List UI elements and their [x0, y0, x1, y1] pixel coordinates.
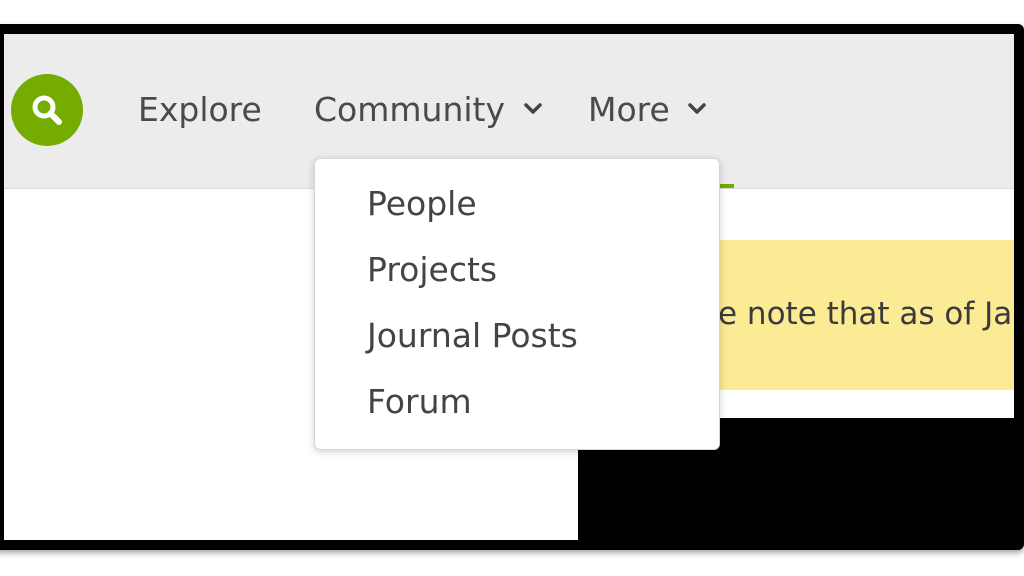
search-icon	[32, 95, 62, 125]
nav-item-label: Explore	[138, 90, 262, 129]
chevron-down-icon	[688, 102, 707, 114]
nav-item-more[interactable]: More	[588, 90, 707, 130]
nav-item-label: Community	[314, 90, 505, 129]
chevron-down-icon	[523, 102, 542, 114]
search-button[interactable]	[11, 74, 83, 146]
menu-item-people[interactable]: People	[367, 184, 477, 224]
browser-frame: Explore Community More e note that as of…	[0, 24, 1024, 550]
nav-item-community[interactable]: Community	[314, 90, 542, 130]
menu-item-forum[interactable]: Forum	[367, 382, 472, 422]
menu-item-projects[interactable]: Projects	[367, 250, 497, 290]
screenshot-canvas: Explore Community More e note that as of…	[0, 0, 1024, 576]
nav-item-explore[interactable]: Explore	[138, 90, 262, 130]
notice-text: e note that as of Janu	[718, 296, 1024, 332]
nav-item-label: More	[588, 90, 670, 129]
menu-item-journal-posts[interactable]: Journal Posts	[367, 316, 578, 356]
community-dropdown-menu: People Projects Journal Posts Forum	[314, 158, 720, 450]
